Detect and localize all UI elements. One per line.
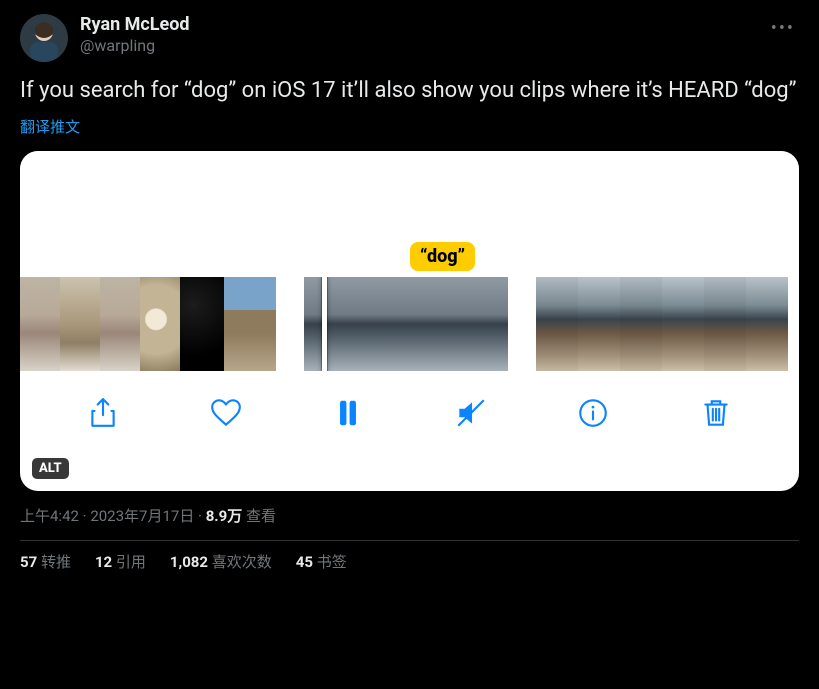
media-card[interactable]: “dog”: [20, 151, 799, 491]
media-blank-area: “dog”: [20, 151, 799, 277]
stat-likes[interactable]: 1,082 喜欢次数: [170, 551, 272, 572]
pause-icon[interactable]: [318, 396, 378, 430]
thumbnail: [536, 277, 578, 371]
thumbnail: [620, 277, 662, 371]
media-toolbar: [20, 371, 799, 465]
tweet-stats: 57 转推 12 引用 1,082 喜欢次数 45 书签: [20, 551, 799, 572]
translate-link[interactable]: 翻译推文: [20, 116, 799, 137]
author-block[interactable]: Ryan McLeod @warpling: [80, 14, 190, 55]
mute-icon[interactable]: [441, 396, 501, 430]
thumbnail: [440, 277, 508, 371]
display-name: Ryan McLeod: [80, 14, 190, 36]
thumbnail: [180, 277, 224, 371]
filmstrip: [20, 277, 799, 371]
thumbnail: [100, 277, 140, 371]
views-label: 查看: [242, 507, 276, 525]
handle: @warpling: [80, 36, 190, 55]
thumbnail: [20, 277, 60, 371]
tweet-text: If you search for “dog” on iOS 17 it’ll …: [20, 76, 799, 106]
divider: [20, 540, 799, 541]
stat-bookmarks[interactable]: 45 书签: [296, 551, 347, 572]
alt-badge[interactable]: ALT: [32, 458, 69, 479]
views-count: 8.9万: [206, 507, 243, 525]
tweet: Ryan McLeod @warpling ••• If you search …: [0, 0, 819, 582]
thumbnail: [578, 277, 620, 371]
thumbnail: [746, 277, 788, 371]
heart-icon[interactable]: [196, 396, 256, 430]
tweet-meta: 上午4:42 · 2023年7月17日 · 8.9万 查看: [20, 505, 799, 526]
search-term-bubble: “dog”: [410, 242, 475, 271]
stat-quotes[interactable]: 12 引用: [95, 551, 146, 572]
stat-retweets[interactable]: 57 转推: [20, 551, 71, 572]
meta-time[interactable]: 上午4:42: [20, 507, 79, 525]
thumbnail: [140, 277, 180, 371]
thumbnail: [224, 277, 276, 371]
info-icon[interactable]: [563, 396, 623, 430]
avatar[interactable]: [20, 14, 68, 62]
thumbnail: [662, 277, 704, 371]
clip-group-3[interactable]: [536, 277, 788, 371]
clip-group-1[interactable]: [20, 277, 276, 371]
meta-date[interactable]: 2023年7月17日: [90, 507, 194, 525]
thumbnail: [304, 277, 372, 371]
share-icon[interactable]: [73, 396, 133, 430]
trash-icon[interactable]: [686, 396, 746, 430]
thumbnail: [372, 277, 440, 371]
more-icon[interactable]: •••: [767, 14, 799, 43]
tweet-header: Ryan McLeod @warpling •••: [20, 14, 799, 62]
playhead[interactable]: [322, 277, 327, 371]
clip-group-2[interactable]: [304, 277, 508, 371]
thumbnail: [704, 277, 746, 371]
thumbnail: [60, 277, 100, 371]
